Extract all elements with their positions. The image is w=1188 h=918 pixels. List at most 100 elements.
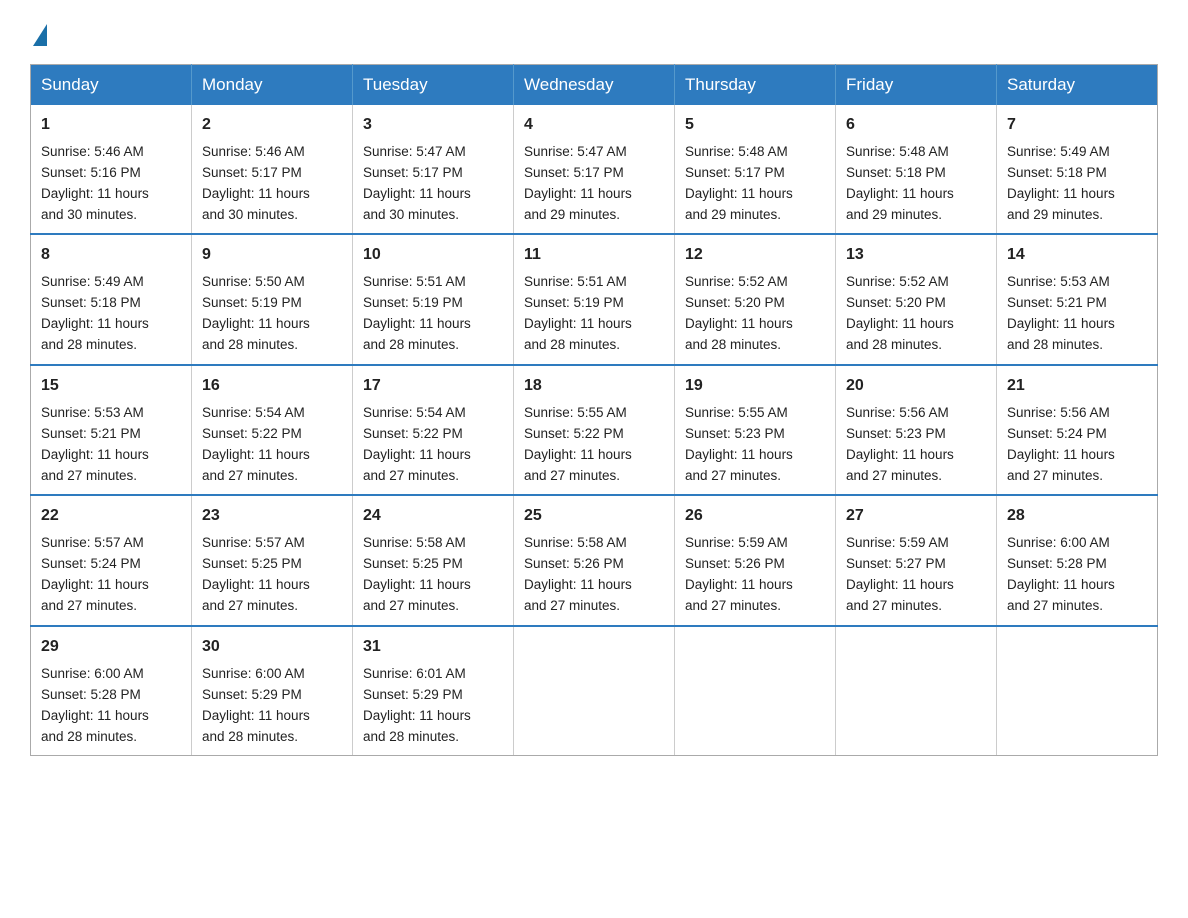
day-number: 1	[41, 113, 181, 138]
day-info: Sunrise: 5:55 AMSunset: 5:22 PMDaylight:…	[524, 405, 632, 483]
day-of-week-header: Monday	[192, 65, 353, 106]
day-number: 18	[524, 374, 664, 399]
calendar-cell	[836, 626, 997, 756]
calendar-cell: 10Sunrise: 5:51 AMSunset: 5:19 PMDayligh…	[353, 234, 514, 364]
calendar-week-row: 15 Sunrise: 5:53 AMSunset: 5:21 PMDayligh…	[31, 365, 1158, 495]
day-info: Sunrise: 5:57 AMSunset: 5:24 PMDaylight:…	[41, 535, 149, 613]
day-number: 21	[1007, 374, 1147, 399]
day-number: 29	[41, 635, 181, 660]
day-info: Sunrise: 5:49 AMSunset: 5:18 PMDaylight:…	[1007, 144, 1115, 222]
day-info: Sunrise: 5:55 AMSunset: 5:23 PMDaylight:…	[685, 405, 793, 483]
day-info: Sunrise: 5:53 AMSunset: 5:21 PMDaylight:…	[1007, 274, 1115, 352]
day-info: Sunrise: 5:50 AMSunset: 5:19 PMDaylight:…	[202, 274, 310, 352]
day-number: 19	[685, 374, 825, 399]
day-info: Sunrise: 5:51 AMSunset: 5:19 PMDaylight:…	[363, 274, 471, 352]
day-number: 26	[685, 504, 825, 529]
day-number: 15	[41, 374, 181, 399]
calendar-cell: 7 Sunrise: 5:49 AMSunset: 5:18 PMDaylight…	[997, 105, 1158, 234]
calendar-cell: 12Sunrise: 5:52 AMSunset: 5:20 PMDayligh…	[675, 234, 836, 364]
day-info: Sunrise: 5:48 AMSunset: 5:17 PMDaylight:…	[685, 144, 793, 222]
day-number: 6	[846, 113, 986, 138]
calendar-cell: 4 Sunrise: 5:47 AMSunset: 5:17 PMDaylight…	[514, 105, 675, 234]
day-number: 27	[846, 504, 986, 529]
day-number: 5	[685, 113, 825, 138]
day-number: 16	[202, 374, 342, 399]
day-of-week-header: Tuesday	[353, 65, 514, 106]
day-number: 22	[41, 504, 181, 529]
day-info: Sunrise: 5:49 AMSunset: 5:18 PMDaylight:…	[41, 274, 149, 352]
day-of-week-header: Wednesday	[514, 65, 675, 106]
calendar-cell: 9 Sunrise: 5:50 AMSunset: 5:19 PMDaylight…	[192, 234, 353, 364]
calendar-week-row: 1 Sunrise: 5:46 AMSunset: 5:16 PMDaylight…	[31, 105, 1158, 234]
day-info: Sunrise: 5:59 AMSunset: 5:26 PMDaylight:…	[685, 535, 793, 613]
calendar-cell: 15 Sunrise: 5:53 AMSunset: 5:21 PMDayligh…	[31, 365, 192, 495]
day-of-week-header: Sunday	[31, 65, 192, 106]
page-header	[30, 20, 1158, 44]
calendar-week-row: 8 Sunrise: 5:49 AMSunset: 5:18 PMDaylight…	[31, 234, 1158, 364]
day-number: 8	[41, 243, 181, 268]
day-of-week-header: Friday	[836, 65, 997, 106]
calendar-week-row: 29 Sunrise: 6:00 AMSunset: 5:28 PMDayligh…	[31, 626, 1158, 756]
calendar-cell: 27Sunrise: 5:59 AMSunset: 5:27 PMDayligh…	[836, 495, 997, 625]
calendar-cell: 25Sunrise: 5:58 AMSunset: 5:26 PMDayligh…	[514, 495, 675, 625]
day-number: 2	[202, 113, 342, 138]
day-info: Sunrise: 5:48 AMSunset: 5:18 PMDaylight:…	[846, 144, 954, 222]
logo-triangle-icon	[33, 24, 47, 46]
calendar-cell: 29 Sunrise: 6:00 AMSunset: 5:28 PMDayligh…	[31, 626, 192, 756]
calendar-cell: 17Sunrise: 5:54 AMSunset: 5:22 PMDayligh…	[353, 365, 514, 495]
day-number: 9	[202, 243, 342, 268]
day-info: Sunrise: 5:47 AMSunset: 5:17 PMDaylight:…	[363, 144, 471, 222]
day-number: 14	[1007, 243, 1147, 268]
calendar-cell: 26 Sunrise: 5:59 AMSunset: 5:26 PMDayligh…	[675, 495, 836, 625]
day-of-week-header: Thursday	[675, 65, 836, 106]
calendar-cell: 22 Sunrise: 5:57 AMSunset: 5:24 PMDayligh…	[31, 495, 192, 625]
calendar-cell: 21 Sunrise: 5:56 AMSunset: 5:24 PMDayligh…	[997, 365, 1158, 495]
calendar-cell: 2 Sunrise: 5:46 AMSunset: 5:17 PMDaylight…	[192, 105, 353, 234]
calendar-cell: 3 Sunrise: 5:47 AMSunset: 5:17 PMDaylight…	[353, 105, 514, 234]
day-info: Sunrise: 5:46 AMSunset: 5:16 PMDaylight:…	[41, 144, 149, 222]
day-number: 28	[1007, 504, 1147, 529]
calendar-cell: 18 Sunrise: 5:55 AMSunset: 5:22 PMDayligh…	[514, 365, 675, 495]
calendar-cell: 13Sunrise: 5:52 AMSunset: 5:20 PMDayligh…	[836, 234, 997, 364]
calendar-table: SundayMondayTuesdayWednesdayThursdayFrid…	[30, 64, 1158, 756]
calendar-cell: 8 Sunrise: 5:49 AMSunset: 5:18 PMDaylight…	[31, 234, 192, 364]
calendar-cell: 1 Sunrise: 5:46 AMSunset: 5:16 PMDaylight…	[31, 105, 192, 234]
day-info: Sunrise: 6:00 AMSunset: 5:28 PMDaylight:…	[1007, 535, 1115, 613]
day-info: Sunrise: 5:47 AMSunset: 5:17 PMDaylight:…	[524, 144, 632, 222]
day-info: Sunrise: 5:58 AMSunset: 5:26 PMDaylight:…	[524, 535, 632, 613]
day-info: Sunrise: 5:52 AMSunset: 5:20 PMDaylight:…	[846, 274, 954, 352]
calendar-cell: 31 Sunrise: 6:01 AMSunset: 5:29 PMDayligh…	[353, 626, 514, 756]
day-number: 12	[685, 243, 825, 268]
calendar-cell: 24 Sunrise: 5:58 AMSunset: 5:25 PMDayligh…	[353, 495, 514, 625]
day-info: Sunrise: 5:46 AMSunset: 5:17 PMDaylight:…	[202, 144, 310, 222]
calendar-cell: 20Sunrise: 5:56 AMSunset: 5:23 PMDayligh…	[836, 365, 997, 495]
calendar-cell: 28 Sunrise: 6:00 AMSunset: 5:28 PMDayligh…	[997, 495, 1158, 625]
day-info: Sunrise: 6:01 AMSunset: 5:29 PMDaylight:…	[363, 666, 471, 744]
day-number: 4	[524, 113, 664, 138]
day-number: 23	[202, 504, 342, 529]
day-number: 7	[1007, 113, 1147, 138]
logo	[30, 20, 47, 44]
day-info: Sunrise: 5:56 AMSunset: 5:24 PMDaylight:…	[1007, 405, 1115, 483]
day-number: 17	[363, 374, 503, 399]
calendar-cell: 11Sunrise: 5:51 AMSunset: 5:19 PMDayligh…	[514, 234, 675, 364]
day-info: Sunrise: 5:53 AMSunset: 5:21 PMDaylight:…	[41, 405, 149, 483]
calendar-cell	[675, 626, 836, 756]
day-info: Sunrise: 6:00 AMSunset: 5:29 PMDaylight:…	[202, 666, 310, 744]
calendar-header-row: SundayMondayTuesdayWednesdayThursdayFrid…	[31, 65, 1158, 106]
calendar-cell: 30Sunrise: 6:00 AMSunset: 5:29 PMDayligh…	[192, 626, 353, 756]
calendar-cell: 23Sunrise: 5:57 AMSunset: 5:25 PMDayligh…	[192, 495, 353, 625]
day-number: 31	[363, 635, 503, 660]
day-of-week-header: Saturday	[997, 65, 1158, 106]
day-number: 11	[524, 243, 664, 268]
calendar-cell: 5 Sunrise: 5:48 AMSunset: 5:17 PMDaylight…	[675, 105, 836, 234]
calendar-cell: 14 Sunrise: 5:53 AMSunset: 5:21 PMDayligh…	[997, 234, 1158, 364]
day-info: Sunrise: 6:00 AMSunset: 5:28 PMDaylight:…	[41, 666, 149, 744]
calendar-cell: 6 Sunrise: 5:48 AMSunset: 5:18 PMDaylight…	[836, 105, 997, 234]
day-info: Sunrise: 5:58 AMSunset: 5:25 PMDaylight:…	[363, 535, 471, 613]
calendar-cell: 16 Sunrise: 5:54 AMSunset: 5:22 PMDayligh…	[192, 365, 353, 495]
day-info: Sunrise: 5:54 AMSunset: 5:22 PMDaylight:…	[202, 405, 310, 483]
calendar-cell	[514, 626, 675, 756]
day-number: 24	[363, 504, 503, 529]
day-number: 3	[363, 113, 503, 138]
